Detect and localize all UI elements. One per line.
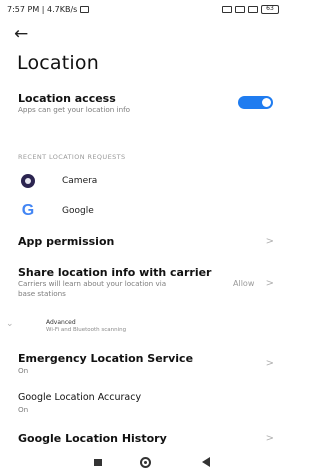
battery-icon: 63 xyxy=(261,4,279,14)
location-access-toggle[interactable] xyxy=(238,96,273,109)
app-permission-item[interactable]: App permission xyxy=(18,235,114,248)
camera-icon xyxy=(18,171,38,191)
recents-nav-icon[interactable] xyxy=(94,459,102,466)
recent-app-label: Google xyxy=(62,206,94,216)
location-accuracy-status: On xyxy=(18,405,29,414)
status-time: 7:57 PM | 4.7KB/s xyxy=(7,4,78,14)
back-nav-icon[interactable] xyxy=(202,457,210,467)
advanced-title[interactable]: Advanced xyxy=(46,319,76,326)
google-icon: G xyxy=(21,202,35,219)
location-accuracy-title[interactable]: Google Location Accuracy xyxy=(18,392,141,403)
mail-icon xyxy=(80,5,90,13)
home-nav-icon[interactable] xyxy=(140,457,151,468)
advanced-subtitle: Wi-Fi and Bluetooth scanning xyxy=(46,327,127,333)
share-carrier-subtitle-2: base stations xyxy=(18,289,66,298)
share-carrier-value: Allow xyxy=(233,279,255,288)
toggle-knob xyxy=(262,98,271,107)
location-access-title: Location access xyxy=(18,92,116,105)
volte-icon xyxy=(222,5,232,13)
location-access-subtitle: Apps can get your location info xyxy=(18,105,131,114)
chevron-right-icon: > xyxy=(265,236,274,247)
status-bar: 7:57 PM | 4.7KB/s 63 xyxy=(0,0,286,18)
share-carrier-subtitle-1: Carriers will learn about your location … xyxy=(18,279,167,288)
signal-icon-2 xyxy=(248,5,258,13)
status-left: 7:57 PM | 4.7KB/s xyxy=(7,4,90,14)
back-arrow-icon[interactable]: ← xyxy=(14,25,34,43)
page-title: Location xyxy=(17,52,99,74)
location-history-item[interactable]: Google Location History xyxy=(18,432,167,445)
recent-requests-header: RECENT LOCATION REQUESTS xyxy=(18,153,126,161)
emergency-location-status: On xyxy=(18,366,29,375)
chevron-down-icon[interactable]: ⌄ xyxy=(6,319,14,329)
chevron-right-icon: > xyxy=(265,358,274,369)
battery-level: 63 xyxy=(266,5,274,12)
signal-icon xyxy=(235,5,245,13)
emergency-location-title[interactable]: Emergency Location Service xyxy=(18,352,193,365)
recent-app-camera[interactable]: Camera xyxy=(18,171,97,191)
chevron-right-icon: > xyxy=(265,278,274,289)
status-right: 63 xyxy=(222,4,279,14)
share-carrier-title[interactable]: Share location info with carrier xyxy=(18,266,211,279)
recent-app-google[interactable]: G Google xyxy=(18,201,94,221)
chevron-right-icon: > xyxy=(265,433,274,444)
recent-app-label: Camera xyxy=(62,176,98,186)
